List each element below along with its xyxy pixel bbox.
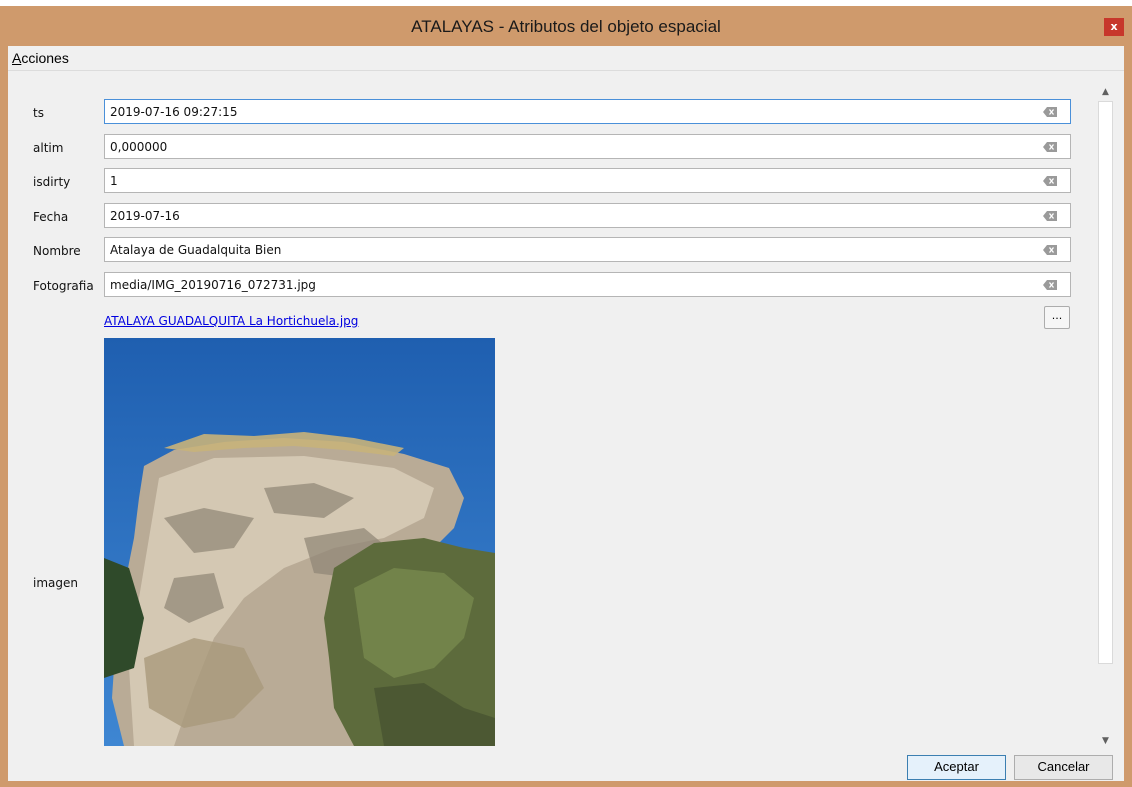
- label-isdirty: isdirty: [33, 175, 71, 189]
- isdirty-value: 1: [110, 174, 118, 188]
- label-ts: ts: [33, 106, 44, 120]
- scrollbar-thumb[interactable]: [1098, 101, 1113, 664]
- close-button[interactable]: x: [1104, 18, 1124, 36]
- browse-button[interactable]: ...: [1044, 306, 1070, 329]
- clear-icon[interactable]: [1043, 176, 1057, 186]
- nombre-field[interactable]: Atalaya de Guadalquita Bien: [104, 237, 1071, 262]
- fotografia-field[interactable]: media/IMG_20190716_072731.jpg: [104, 272, 1071, 297]
- isdirty-field[interactable]: 1: [104, 168, 1071, 193]
- title-bar[interactable]: ATALAYAS - Atributos del objeto espacial…: [0, 6, 1132, 46]
- label-altim: altim: [33, 141, 64, 155]
- clear-icon[interactable]: [1043, 211, 1057, 221]
- clear-icon[interactable]: [1043, 280, 1057, 290]
- accept-button[interactable]: Aceptar: [907, 755, 1006, 780]
- menu-bar: Acciones: [8, 46, 1124, 71]
- label-fecha: Fecha: [33, 210, 69, 224]
- clear-icon[interactable]: [1043, 142, 1057, 152]
- nombre-value: Atalaya de Guadalquita Bien: [110, 243, 282, 257]
- label-nombre: Nombre: [33, 244, 81, 258]
- altim-value: 0,000000: [110, 140, 168, 154]
- window-title: ATALAYAS - Atributos del objeto espacial: [411, 17, 721, 36]
- scroll-up-icon[interactable]: ▲: [1097, 84, 1114, 101]
- vertical-scrollbar[interactable]: ▲ ▼: [1097, 84, 1114, 750]
- ts-field[interactable]: 2019-07-16 09:27:15: [104, 99, 1071, 124]
- photo-preview: [104, 338, 495, 746]
- menu-acciones[interactable]: Acciones: [12, 50, 69, 66]
- menu-acciones-label: cciones: [21, 50, 69, 66]
- fecha-value: 2019-07-16: [110, 209, 180, 223]
- ts-value: 2019-07-16 09:27:15: [110, 105, 238, 119]
- altim-field[interactable]: 0,000000: [104, 134, 1071, 159]
- dialog-client-area: Acciones ts 2019-07-16 09:27:15 altim 0,…: [8, 46, 1124, 781]
- cancel-button[interactable]: Cancelar: [1014, 755, 1113, 780]
- label-fotografia: Fotografia: [33, 279, 94, 293]
- clear-icon[interactable]: [1043, 245, 1057, 255]
- fecha-field[interactable]: 2019-07-16: [104, 203, 1071, 228]
- imagen-file-link[interactable]: ATALAYA GUADALQUITA La Hortichuela.jpg: [104, 314, 358, 328]
- dialog-window: ATALAYAS - Atributos del objeto espacial…: [0, 6, 1132, 787]
- scroll-down-icon[interactable]: ▼: [1097, 733, 1114, 750]
- clear-icon[interactable]: [1043, 107, 1057, 117]
- fotografia-value: media/IMG_20190716_072731.jpg: [110, 278, 316, 292]
- menu-acciones-mnemonic: A: [12, 50, 22, 66]
- label-imagen: imagen: [33, 576, 78, 590]
